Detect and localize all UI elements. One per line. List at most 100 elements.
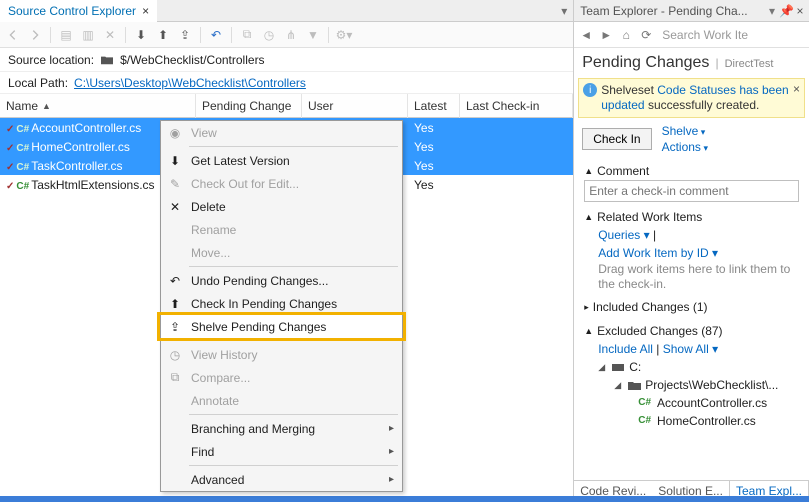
- comment-section: ▲Comment: [574, 160, 809, 206]
- action-row: Check In Shelve Actions: [574, 118, 809, 160]
- merge-icon: ⋔: [282, 26, 300, 44]
- te-title: Team Explorer - Pending Cha...: [576, 4, 765, 18]
- caret-down-icon[interactable]: ▲: [584, 212, 593, 222]
- close-icon[interactable]: ×: [142, 4, 149, 18]
- tab-dropdown-icon[interactable]: ▾: [555, 4, 573, 18]
- sort-asc-icon: ▲: [42, 101, 51, 111]
- workspace-icon: ⚙▾: [335, 26, 353, 44]
- ctx-shelve-pending-changes[interactable]: ⇪Shelve Pending Changes: [161, 315, 402, 338]
- compare-icon: ⧉: [167, 370, 183, 386]
- delete-icon: ✕: [101, 26, 119, 44]
- tab-title: Source Control Explorer: [8, 4, 136, 18]
- folder-icon: [100, 54, 114, 66]
- col-name[interactable]: Name▲: [0, 94, 196, 118]
- shelve-link[interactable]: Shelve: [662, 124, 708, 138]
- ctx-get-latest-version[interactable]: ⬇Get Latest Version: [161, 149, 402, 172]
- cs-file-icon: C#: [16, 162, 29, 173]
- right-titlebar: Team Explorer - Pending Cha... ▾ 📌 ×: [574, 0, 809, 22]
- undo-icon: ↶: [167, 273, 183, 289]
- compare-icon: ⧉: [238, 26, 256, 44]
- source-control-explorer: Source Control Explorer × ▾ ▤ ▥ ✕ ⬇ ⬆ ⇪ …: [0, 0, 574, 502]
- cs-file-icon: C#: [16, 181, 29, 192]
- col-latest[interactable]: Latest: [408, 94, 460, 118]
- ctx-delete[interactable]: ✕Delete: [161, 195, 402, 218]
- check-icon: ✓: [6, 162, 14, 173]
- excluded-section: ▲Excluded Changes (87) Include All | Sho…: [574, 320, 809, 434]
- panel-subtitle: DirectTest: [725, 58, 774, 70]
- add-work-item-link[interactable]: Add Work Item by ID ▾: [598, 246, 718, 260]
- tree-row[interactable]: ◢Projects\WebChecklist\...: [598, 376, 799, 394]
- excluded-tree: ◢C: ◢Projects\WebChecklist\... C#Account…: [584, 358, 799, 430]
- ctx-branching-and-merging[interactable]: Branching and Merging: [161, 417, 402, 440]
- checkin-icon: ⬆: [167, 296, 183, 312]
- pin-icon[interactable]: 📌: [779, 4, 793, 18]
- checkin-icon[interactable]: ⬆: [154, 26, 172, 44]
- caret-right-icon[interactable]: ▸: [584, 302, 589, 313]
- drive-icon: [611, 361, 625, 373]
- sce-toolbar: ▤ ▥ ✕ ⬇ ⬆ ⇪ ↶ ⧉ ◷ ⋔ ▼ ⚙▾: [0, 22, 573, 48]
- nav-fwd-icon[interactable]: ►: [598, 27, 614, 43]
- search-input[interactable]: Search Work Ite: [658, 28, 805, 42]
- undo-icon[interactable]: ↶: [207, 26, 225, 44]
- grid-body: ✓C#AccountController.cseditTFS\DirectTes…: [0, 118, 573, 502]
- local-path-label: Local Path:: [8, 76, 68, 90]
- col-last-checkin[interactable]: Last Check-in: [460, 94, 573, 118]
- source-location-label: Source location:: [8, 53, 94, 67]
- grid-header: Name▲ Pending Change User Latest Last Ch…: [0, 94, 573, 118]
- back-icon: [4, 26, 22, 44]
- check-icon: ✓: [6, 181, 14, 192]
- status-bar: [0, 496, 809, 502]
- ctx-move-: Move...: [161, 241, 402, 264]
- window-dropdown-icon[interactable]: ▾: [765, 4, 779, 18]
- left-titlebar: Source Control Explorer × ▾: [0, 0, 573, 22]
- caret-down-icon[interactable]: ▲: [584, 326, 593, 336]
- col-pending[interactable]: Pending Change: [196, 94, 302, 118]
- source-location-value[interactable]: $/WebChecklist/Controllers: [120, 53, 265, 67]
- local-path-row: Local Path: C:\Users\Desktop\WebChecklis…: [0, 72, 573, 94]
- tab-source-control-explorer[interactable]: Source Control Explorer ×: [0, 0, 157, 22]
- queries-link[interactable]: Queries ▾: [598, 228, 649, 242]
- ctx-check-out-for-edit-: ✎Check Out for Edit...: [161, 172, 402, 195]
- caret-down-icon[interactable]: ▲: [584, 166, 593, 176]
- comment-input[interactable]: [584, 180, 799, 202]
- panel-title-row: Pending Changes | DirectTest: [574, 48, 809, 78]
- shelve-icon[interactable]: ⇪: [176, 26, 194, 44]
- tree-file[interactable]: C#HomeController.cs: [598, 412, 799, 430]
- get-latest-icon[interactable]: ⬇: [132, 26, 150, 44]
- tree-file[interactable]: C#AccountController.cs: [598, 394, 799, 412]
- ctx-check-in-pending-changes[interactable]: ⬆Check In Pending Changes: [161, 292, 402, 315]
- ctx-rename: Rename: [161, 218, 402, 241]
- context-menu: ◉View ⬇Get Latest Version✎Check Out for E…: [160, 120, 403, 492]
- refresh-icon[interactable]: ⟳: [638, 27, 654, 43]
- cs-file-icon: C#: [16, 143, 29, 154]
- ctx-undo-pending-changes-[interactable]: ↶Undo Pending Changes...: [161, 269, 402, 292]
- forward-icon: [26, 26, 44, 44]
- ctx-advanced[interactable]: Advanced: [161, 468, 402, 491]
- home-icon[interactable]: ⌂: [618, 27, 634, 43]
- include-all-link[interactable]: Include All: [598, 342, 653, 356]
- nav-back-icon[interactable]: ◄: [578, 27, 594, 43]
- actions-link[interactable]: Actions: [662, 140, 708, 154]
- filter-icon: ▼: [304, 26, 322, 44]
- drag-hint: Drag work items here to link them to the…: [584, 262, 799, 292]
- cs-file-icon: C#: [16, 124, 29, 135]
- tree-row[interactable]: ◢C:: [598, 358, 799, 376]
- checkin-button[interactable]: Check In: [582, 128, 651, 150]
- branch-icon: ▥: [79, 26, 97, 44]
- panel-title: Pending Changes: [582, 54, 709, 72]
- local-path-link[interactable]: C:\Users\Desktop\WebChecklist\Controller…: [74, 76, 306, 90]
- close-icon[interactable]: ×: [793, 4, 807, 18]
- col-user[interactable]: User: [302, 94, 408, 118]
- shelve-icon: ⇪: [167, 319, 183, 335]
- show-all-link[interactable]: Show All ▾: [663, 342, 718, 356]
- ctx-annotate: Annotate: [161, 389, 402, 412]
- check-icon: ✓: [6, 124, 14, 135]
- add-icon: ▤: [57, 26, 75, 44]
- history-icon: ◷: [167, 347, 183, 363]
- ctx-find[interactable]: Find: [161, 440, 402, 463]
- check-icon: ✓: [6, 143, 14, 154]
- history-icon: ◷: [260, 26, 278, 44]
- info-icon: i: [583, 83, 597, 97]
- close-icon[interactable]: ×: [793, 82, 800, 97]
- ctx-view: ◉View: [161, 121, 402, 144]
